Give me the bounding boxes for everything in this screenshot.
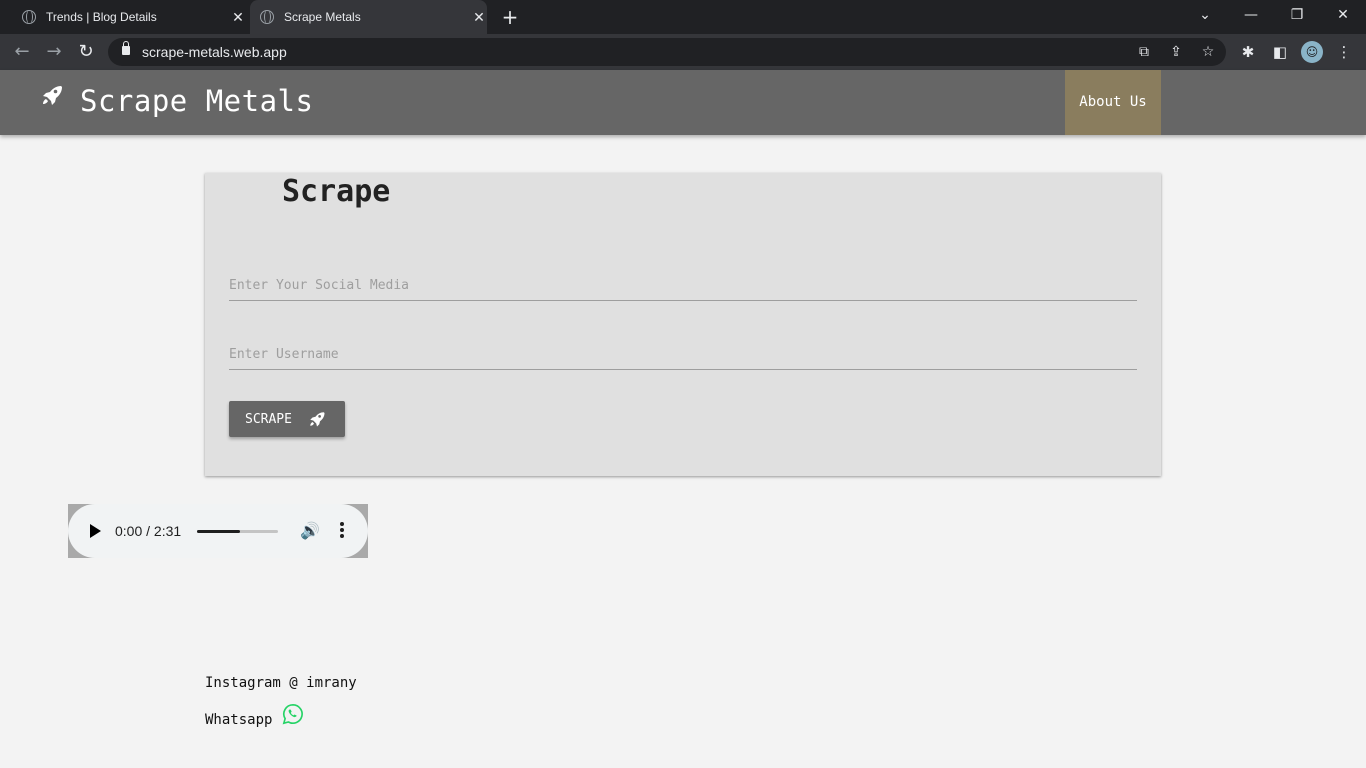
instagram-link[interactable]: Instagram @ imrany [205,674,357,698]
tab-strip: Trends | Blog Details ✕ Scrape Metals ✕ … [0,0,1366,34]
globe-icon [260,10,274,24]
star-icon[interactable]: ☆ [1198,42,1218,62]
whatsapp-icon[interactable] [282,703,304,725]
audio-seek-progress [197,530,240,533]
play-icon[interactable] [90,524,101,538]
brand-title: Scrape Metals [80,84,314,118]
username-input[interactable] [229,340,1137,370]
open-external-icon[interactable]: ⧉ [1134,42,1154,62]
tab-trends-blog[interactable]: Trends | Blog Details ✕ [14,0,246,34]
more-options-icon[interactable] [340,522,344,538]
profile-icon[interactable]: ☺ [1301,41,1323,63]
social-media-input[interactable] [229,271,1137,301]
minimize-button[interactable]: — [1228,0,1274,30]
close-window-button[interactable]: ✕ [1320,0,1366,30]
audio-seek-bar[interactable] [197,530,278,533]
about-us-link[interactable]: About Us [1065,70,1161,135]
globe-icon [22,10,36,24]
new-tab-button[interactable]: + [498,5,522,29]
restore-button[interactable]: ❐ [1274,0,1320,30]
browser-toolbar: ← → ↻ scrape-metals.web.app ⧉ ⇪ ☆ ✱ ◧ ☺ … [0,34,1366,70]
scrape-form-card: Scrape SCRAPE [205,173,1161,476]
footer: Instagram @ imrany Whatsapp [205,674,357,729]
close-tab-icon[interactable]: ✕ [230,9,246,26]
scrape-button-label: SCRAPE [245,411,292,427]
volume-icon[interactable]: 🔊 [300,521,320,540]
form-title: Scrape [282,174,391,209]
menu-icon[interactable]: ⋮ [1332,40,1356,64]
extensions-icon[interactable]: ✱ [1236,40,1260,64]
share-icon[interactable]: ⇪ [1166,42,1186,62]
forward-icon[interactable]: → [42,40,66,64]
tab-title: Scrape Metals [284,10,361,24]
close-tab-icon[interactable]: ✕ [471,9,487,26]
address-bar[interactable]: scrape-metals.web.app ⧉ ⇪ ☆ [108,38,1226,66]
rocket-icon [310,412,325,427]
whatsapp-row: Whatsapp [205,703,357,729]
scrape-button[interactable]: SCRAPE [229,401,345,437]
tab-title: Trends | Blog Details [46,10,157,24]
url-text[interactable]: scrape-metals.web.app [142,44,287,60]
audio-controls: 0:00 / 2:31 🔊 [68,504,368,558]
audio-player: 0:00 / 2:31 🔊 [68,504,368,558]
tab-search-icon[interactable]: ⌄ [1182,0,1228,30]
whatsapp-link[interactable]: Whatsapp [205,711,272,729]
lock-icon[interactable] [122,41,130,55]
audio-time: 0:00 / 2:31 [115,523,182,539]
brand[interactable]: Scrape Metals [40,84,313,118]
reload-icon[interactable]: ↻ [74,40,98,64]
rocket-icon [43,86,62,105]
tab-scrape-metals[interactable]: Scrape Metals ✕ [250,0,487,34]
side-panel-icon[interactable]: ◧ [1268,40,1292,64]
back-icon[interactable]: ← [10,40,34,64]
site-header: Scrape Metals About Us [0,70,1366,135]
